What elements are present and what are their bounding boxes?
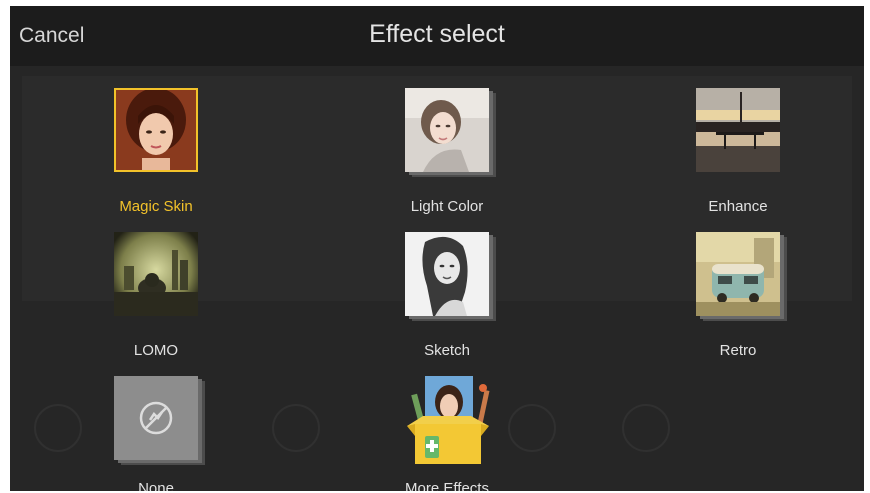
effect-light-color[interactable]: Light Color [372,88,522,218]
retro-thumbnail [696,232,780,316]
effect-label: Enhance [708,198,768,215]
background-control [34,404,82,452]
effect-none[interactable]: None [81,376,231,491]
page-title: Effect select [369,20,505,48]
effect-label: None [138,480,174,491]
effect-label: Retro [719,342,757,359]
background-control [272,404,320,452]
background-control [622,404,670,452]
magic-skin-thumbnail [114,88,198,172]
effect-retro[interactable]: Retro [663,232,813,362]
effect-label: More Effects [405,480,489,491]
light-color-thumbnail [405,88,489,172]
effect-label: LOMO [133,342,179,359]
effect-label: Sketch [424,342,470,359]
effect-label: Magic Skin [119,198,193,215]
effect-sketch[interactable]: Sketch [372,232,522,362]
effect-lomo[interactable]: LOMO [81,232,231,362]
top-bar: Cancel Effect select [10,6,864,66]
effect-more-effects[interactable]: More Effects [372,376,522,491]
effect-magic-skin[interactable]: Magic Skin [81,88,231,218]
lomo-thumbnail [114,232,198,316]
effect-label: Light Color [410,198,484,215]
sketch-thumbnail [405,232,489,316]
enhance-thumbnail [696,88,780,172]
store-box-icon [397,376,497,466]
effect-enhance[interactable]: Enhance [663,88,813,218]
none-thumbnail [114,376,198,460]
effect-select-screen: Cancel Effect select Magic Skin Light Co… [10,6,864,491]
